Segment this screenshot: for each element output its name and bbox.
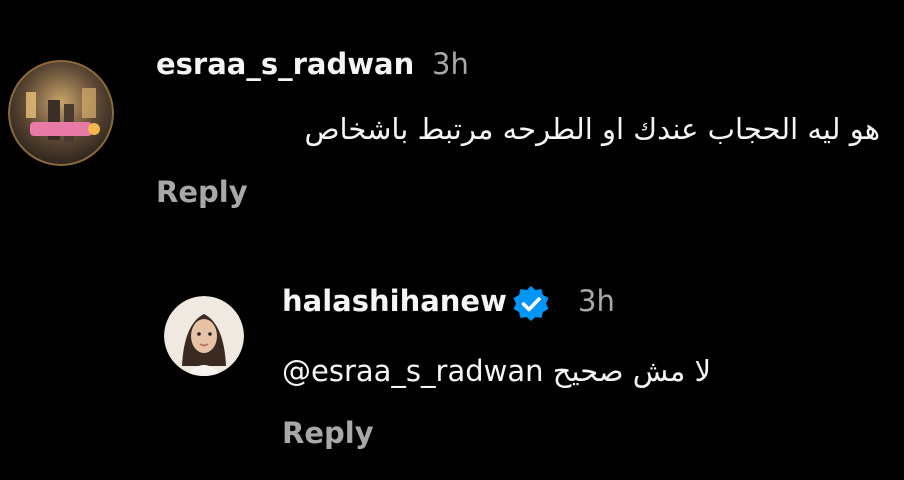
mention-link[interactable]: @esraa_s_radwan <box>282 354 544 388</box>
comment-text: لا مش صحيح <box>552 354 712 388</box>
avatar-photo-icon <box>164 296 244 376</box>
comment-timestamp: 3h <box>578 284 615 318</box>
comment-username[interactable]: halashihanew <box>282 284 507 318</box>
avatar-halashihanew[interactable] <box>164 296 244 376</box>
comment-halashihanew: halashihanew 3h @esraa_s_radwan لا مش صح… <box>0 270 904 480</box>
comment-username[interactable]: esraa_s_radwan <box>156 47 414 81</box>
comment-esraa: esraa_s_radwan 3h هو ليه الحجاب عندك او … <box>0 0 904 230</box>
avatar-esraa[interactable] <box>8 60 114 166</box>
comment-text-container: @esraa_s_radwan لا مش صحيح <box>282 354 711 388</box>
comment-text: هو ليه الحجاب عندك او الطرحه مرتبط باشخا… <box>304 112 880 146</box>
verified-badge-icon <box>513 286 549 321</box>
reply-button[interactable]: Reply <box>282 416 374 450</box>
reply-button[interactable]: Reply <box>156 175 248 209</box>
comment-timestamp: 3h <box>432 47 469 81</box>
avatar-photo-icon <box>8 60 114 166</box>
